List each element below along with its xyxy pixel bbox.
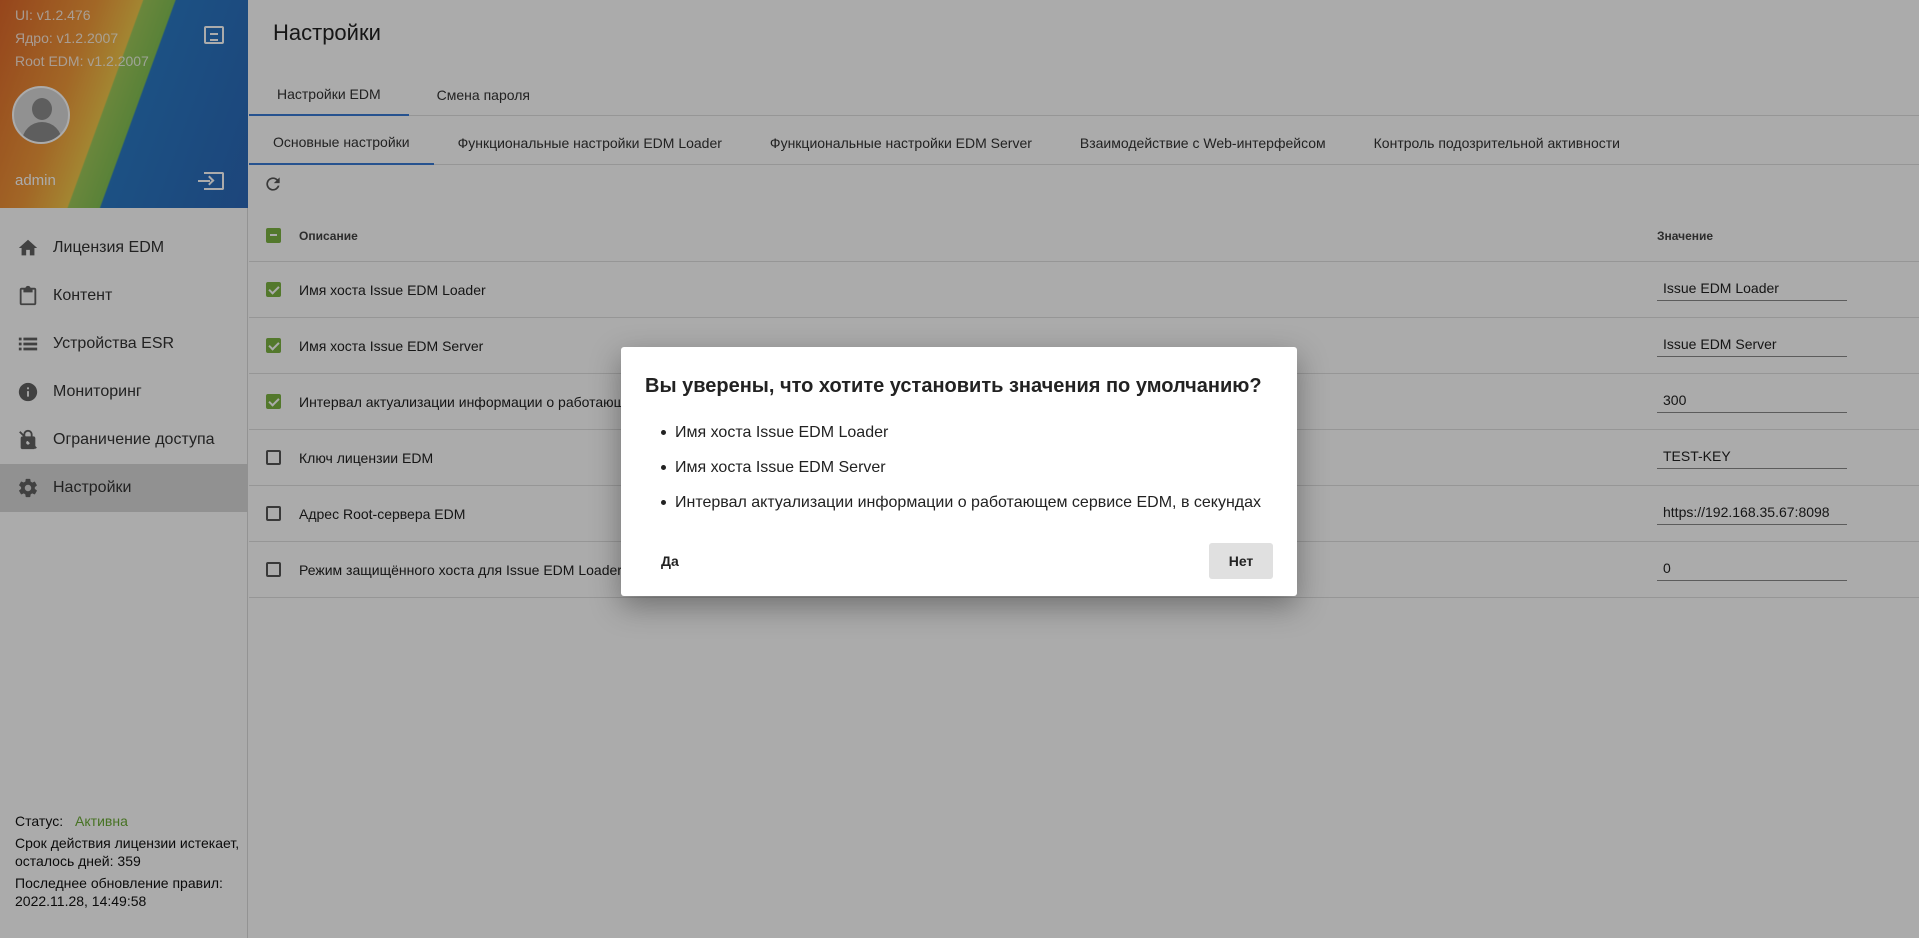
confirm-dialog: Вы уверены, что хотите установить значен… [621,347,1297,596]
yes-button[interactable]: Да [645,543,695,579]
dialog-item-list: Имя хоста Issue EDM Loader Имя хоста Iss… [661,415,1261,520]
dialog-title: Вы уверены, что хотите установить значен… [645,375,1262,397]
dialog-list-item: Имя хоста Issue EDM Loader [661,415,1261,450]
dialog-list-item: Интервал актуализации информации о работ… [661,485,1261,520]
dialog-list-item: Имя хоста Issue EDM Server [661,450,1261,485]
no-button[interactable]: Нет [1209,543,1273,579]
